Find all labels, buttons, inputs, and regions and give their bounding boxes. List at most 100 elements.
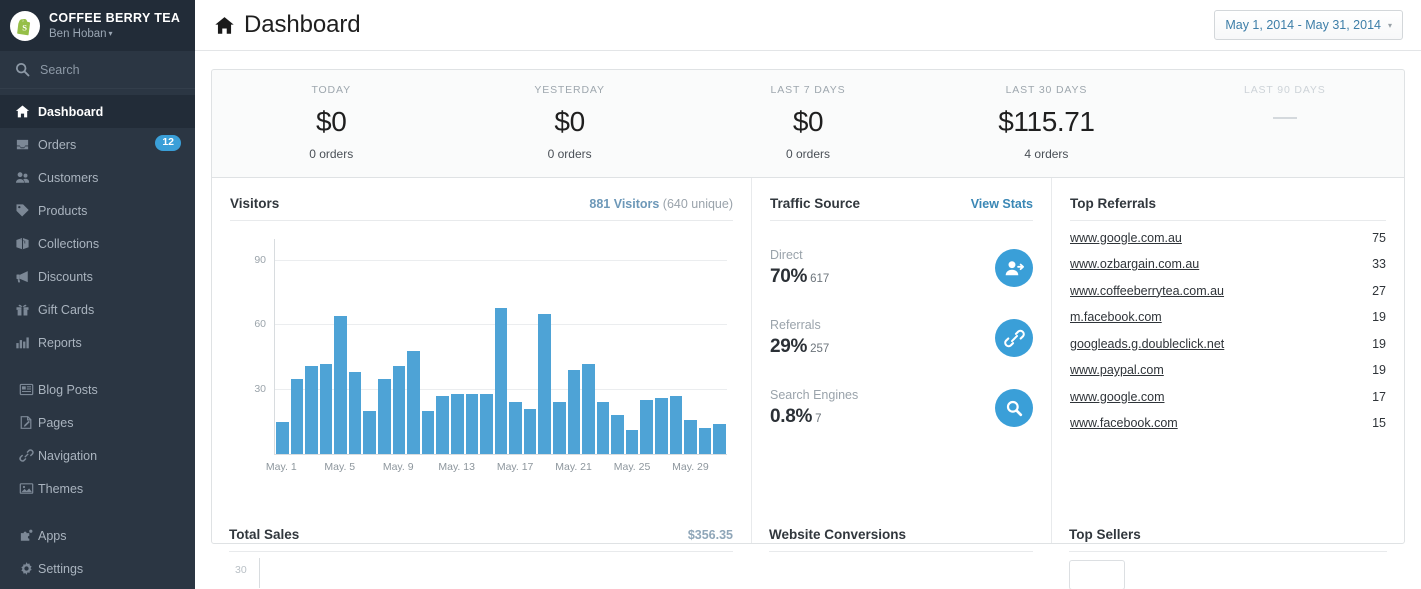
referral-link[interactable]: www.ozbargain.com.au xyxy=(1070,257,1199,271)
chart-x-tick: May. 21 xyxy=(555,461,592,473)
referral-link[interactable]: www.google.com xyxy=(1070,390,1165,404)
chart-bar[interactable] xyxy=(436,395,449,454)
sidebar-item-orders[interactable]: Orders 12 xyxy=(0,128,195,161)
sidebar-item-blog-posts[interactable]: Blog Posts xyxy=(0,373,195,406)
date-range-picker[interactable]: May 1, 2014 - May 31, 2014 ▾ xyxy=(1214,10,1403,40)
chart-bar[interactable] xyxy=(480,393,493,454)
chart-bar[interactable] xyxy=(407,350,420,454)
search-input[interactable]: Search xyxy=(0,51,195,89)
chart-bar[interactable] xyxy=(450,393,464,454)
content: TODAY $0 0 orders YESTERDAY $0 0 orders … xyxy=(195,51,1421,544)
sidebar-item-label: Collections xyxy=(38,236,100,251)
traffic-count: 7 xyxy=(815,413,822,425)
chart-bar[interactable] xyxy=(713,423,726,454)
total-sales-panel: Total Sales $356.35 30 xyxy=(211,527,751,589)
chart-bar[interactable] xyxy=(334,316,347,454)
referral-link[interactable]: googleads.g.doubleclick.net xyxy=(1070,337,1224,351)
orders-badge: 12 xyxy=(155,135,181,151)
traffic-value: 70% 617 xyxy=(770,266,829,288)
sidebar-item-label: Dashboard xyxy=(38,104,104,119)
chart-bar[interactable] xyxy=(290,378,304,454)
gear-icon xyxy=(21,562,32,575)
visitors-count: 881 Visitors xyxy=(589,197,660,211)
chart-bar[interactable] xyxy=(655,398,668,454)
stat-sub: 4 orders xyxy=(1024,147,1069,161)
panel-title: Visitors xyxy=(230,196,280,211)
referral-link[interactable]: www.coffeeberrytea.com.au xyxy=(1070,284,1224,298)
chart-bar[interactable] xyxy=(684,419,697,454)
stat-value-placeholder xyxy=(1166,106,1404,138)
sidebar-item-navigation[interactable]: Navigation xyxy=(0,439,195,472)
sidebar-item-label: Pages xyxy=(38,415,74,430)
sidebar-item-collections[interactable]: Collections xyxy=(0,227,195,260)
chart-bar[interactable] xyxy=(392,365,406,454)
sidebar-item-gift-cards[interactable]: Gift Cards xyxy=(0,293,195,326)
top-sellers-header: Top Sellers xyxy=(1069,527,1387,552)
chart-x-tick: May. 13 xyxy=(438,461,475,473)
sidebar-item-themes[interactable]: Themes xyxy=(0,472,195,505)
visitors-unique: (640 unique) xyxy=(659,197,733,211)
traffic-label: Search Engines xyxy=(770,388,859,402)
sidebar-item-customers[interactable]: Customers xyxy=(0,161,195,194)
sidebar-item-apps[interactable]: Apps xyxy=(0,519,195,552)
sidebar-item-discounts[interactable]: Discounts xyxy=(0,260,195,293)
referral-row: googleads.g.doubleclick.net 19 xyxy=(1070,330,1386,357)
sidebar-item-label: Blog Posts xyxy=(38,382,98,397)
sidebar-item-reports[interactable]: Reports xyxy=(0,326,195,359)
chart-x-tick: May. 1 xyxy=(265,461,297,473)
bar-chart-icon xyxy=(15,335,38,350)
sidebar-item-pages[interactable]: Pages xyxy=(0,406,195,439)
chart-bar[interactable] xyxy=(538,314,551,454)
chart-bar[interactable] xyxy=(348,372,362,454)
traffic-text: Direct 70% 617 xyxy=(770,248,829,288)
chart-bar[interactable] xyxy=(523,408,537,454)
chart-bar[interactable] xyxy=(378,378,391,454)
chart-bar[interactable] xyxy=(567,370,581,454)
user-menu[interactable]: Ben Hoban ▾ xyxy=(49,28,180,40)
sidebar-item-label: Gift Cards xyxy=(38,302,95,317)
chart-bar[interactable] xyxy=(596,402,610,454)
referral-link[interactable]: m.facebook.com xyxy=(1070,310,1162,324)
chart-bar[interactable] xyxy=(640,400,654,454)
sidebar-item-label: Apps xyxy=(38,528,67,543)
add-user-icon xyxy=(995,249,1033,287)
main-area: Dashboard May 1, 2014 - May 31, 2014 ▾ T… xyxy=(195,0,1421,589)
chart-bar[interactable] xyxy=(698,428,712,454)
view-stats-link[interactable]: View Stats xyxy=(971,197,1033,211)
page-edit-icon xyxy=(20,416,32,429)
sidebar-header[interactable]: S COFFEE BERRY TEA Ben Hoban ▾ xyxy=(0,0,195,51)
referral-row: www.google.com 17 xyxy=(1070,383,1386,410)
chart-bar[interactable] xyxy=(582,363,595,454)
referral-row: www.coffeeberrytea.com.au 27 xyxy=(1070,277,1386,304)
chart-bar[interactable] xyxy=(669,395,683,454)
total-sales-amount: $356.35 xyxy=(687,528,733,542)
referral-link[interactable]: www.paypal.com xyxy=(1070,363,1164,377)
page-title: Dashboard xyxy=(244,11,361,38)
chart-bar[interactable] xyxy=(465,393,479,454)
chart-bar[interactable] xyxy=(494,307,508,454)
referral-link[interactable]: www.google.com.au xyxy=(1070,231,1182,245)
chart-bar[interactable] xyxy=(305,365,318,454)
chart-bar[interactable] xyxy=(276,421,289,454)
stat-sub: 0 orders xyxy=(786,147,831,161)
top-seller-thumbnail xyxy=(1069,560,1125,589)
chart-bar[interactable] xyxy=(363,411,377,454)
stat-last-90-days: LAST 90 DAYS xyxy=(1166,84,1404,161)
chart-bar[interactable] xyxy=(611,415,624,454)
sidebar-item-dashboard[interactable]: Dashboard xyxy=(0,95,195,128)
sidebar-item-products[interactable]: Products xyxy=(0,194,195,227)
stat-value: $0 xyxy=(554,106,585,137)
referral-link[interactable]: www.facebook.com xyxy=(1070,416,1178,430)
chart-bar[interactable] xyxy=(319,363,333,454)
referral-count: 15 xyxy=(1372,416,1386,430)
chart-bar[interactable] xyxy=(552,402,566,454)
visitors-chart: 30 60 90 May. 1 May. 5 May. 9 May. 13 May. 17 M… xyxy=(230,229,733,481)
chart-bar[interactable] xyxy=(421,411,435,454)
sidebar-item-label: Products xyxy=(38,203,88,218)
sidebar-item-settings[interactable]: Settings xyxy=(0,552,195,585)
chart-plot-area: 30 60 90 xyxy=(254,239,727,455)
referral-row: www.facebook.com 15 xyxy=(1070,410,1386,437)
chart-bar[interactable] xyxy=(625,430,639,454)
chart-bar[interactable] xyxy=(509,402,522,454)
sidebar-item-label: Discounts xyxy=(38,269,93,284)
